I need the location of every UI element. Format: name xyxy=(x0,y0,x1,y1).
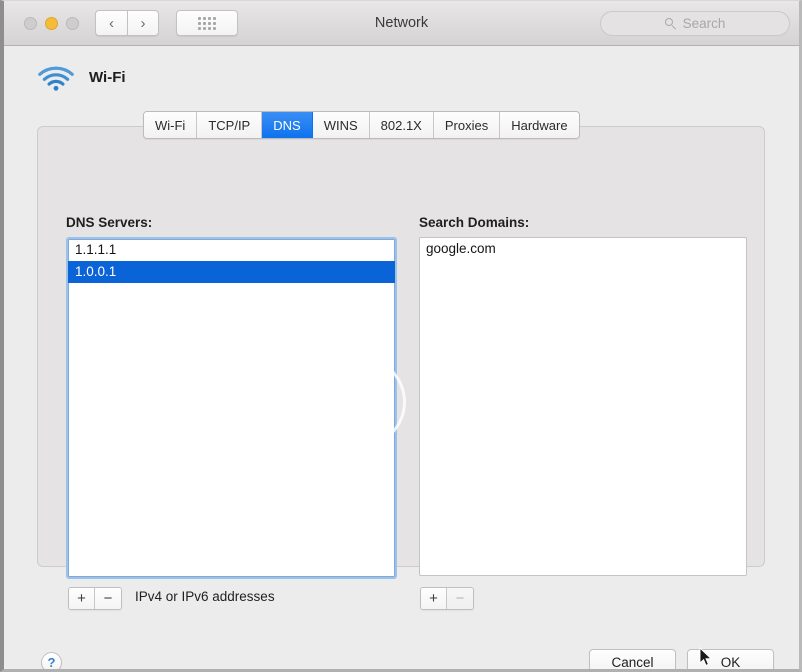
network-preferences-window: ‹ › Network Search xyxy=(0,0,802,672)
dns-servers-hint: IPv4 or IPv6 addresses xyxy=(135,589,275,604)
wifi-icon xyxy=(37,63,75,91)
remove-search-domain-button[interactable]: − xyxy=(447,588,473,609)
list-item[interactable]: google.com xyxy=(420,238,746,260)
dns-servers-stepper: + − xyxy=(68,587,122,610)
help-button[interactable]: ? xyxy=(41,652,62,672)
tab-label: Hardware xyxy=(511,118,567,133)
tab-label: 802.1X xyxy=(381,118,422,133)
add-dns-server-button[interactable]: + xyxy=(69,588,95,609)
tab-proxies[interactable]: Proxies xyxy=(434,112,500,138)
list-item[interactable]: 1.0.0.1 xyxy=(68,261,395,283)
list-item[interactable]: 1.1.1.1 xyxy=(68,239,395,261)
tab-wins[interactable]: WINS xyxy=(313,112,370,138)
search-domains-stepper: + − xyxy=(420,587,474,610)
search-domains-label: Search Domains: xyxy=(419,215,529,230)
search-domains-list[interactable]: google.com xyxy=(419,237,747,576)
dns-servers-label: DNS Servers: xyxy=(66,215,152,230)
tab-wifi[interactable]: Wi-Fi xyxy=(144,112,197,138)
tab-label: Proxies xyxy=(445,118,488,133)
tab-label: Wi-Fi xyxy=(155,118,185,133)
search-icon xyxy=(665,18,677,30)
tab-dns[interactable]: DNS xyxy=(262,112,312,138)
search-placeholder: Search xyxy=(683,16,726,31)
remove-dns-server-button[interactable]: − xyxy=(95,588,121,609)
window-titlebar: ‹ › Network Search xyxy=(4,1,799,46)
search-field[interactable]: Search xyxy=(600,11,790,36)
tab-hardware[interactable]: Hardware xyxy=(500,112,578,138)
service-name: Wi-Fi xyxy=(89,69,126,86)
tab-8021x[interactable]: 802.1X xyxy=(370,112,434,138)
ok-button[interactable]: OK xyxy=(687,649,774,672)
tab-bar: Wi-Fi TCP/IP DNS WINS 802.1X Proxies Har… xyxy=(143,111,580,139)
add-search-domain-button[interactable]: + xyxy=(421,588,447,609)
tab-tcpip[interactable]: TCP/IP xyxy=(197,112,262,138)
cancel-button[interactable]: Cancel xyxy=(589,649,676,672)
tab-label: WINS xyxy=(324,118,358,133)
tab-label: DNS xyxy=(273,118,300,133)
window-content: Wi-Fi Wi-Fi TCP/IP DNS WINS 802.1X Proxi… xyxy=(4,46,799,670)
service-header: Wi-Fi xyxy=(37,63,126,91)
dns-servers-list[interactable]: 1.1.1.1 1.0.0.1 xyxy=(66,237,397,579)
tab-label: TCP/IP xyxy=(208,118,250,133)
